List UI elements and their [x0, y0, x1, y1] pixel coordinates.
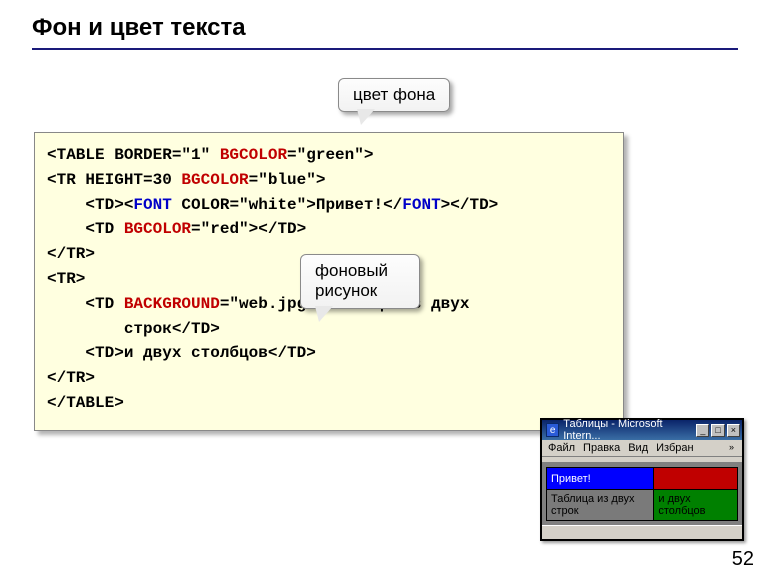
code-kw: FONT — [133, 196, 171, 214]
status-bar — [542, 525, 742, 539]
demo-table: Привет! Таблица из двух строк и двух сто… — [546, 467, 738, 521]
code: ="green"> — [287, 146, 373, 164]
table-row: Привет! — [547, 468, 738, 490]
code: COLOR="white">Привет!</ — [172, 196, 402, 214]
minimize-button[interactable]: _ — [696, 424, 709, 437]
menu-view[interactable]: Вид — [628, 442, 648, 454]
slide-title: Фон и цвет текста — [0, 0, 770, 48]
code: <TR> — [47, 270, 85, 288]
cell-bgimg: Таблица из двух строк — [547, 490, 654, 521]
callout-bgcolor-text: цвет фона — [353, 85, 435, 104]
code: ="red"></TD> — [191, 220, 306, 238]
cell-green: и двух столбцов — [654, 490, 738, 521]
cell-hi: Привет! — [547, 468, 654, 490]
code-kw: BGCOLOR — [220, 146, 287, 164]
code-kw: BGCOLOR — [181, 171, 248, 189]
callout-tail — [357, 109, 375, 125]
code: ></TD> — [441, 196, 499, 214]
code: строк</TD> — [47, 320, 220, 338]
code: </TABLE> — [47, 394, 124, 412]
table-row: Таблица из двух строк и двух столбцов — [547, 490, 738, 521]
page-number: 52 — [732, 548, 754, 571]
code: <TD — [47, 295, 124, 313]
callout-background-text: фоновый рисунок — [315, 261, 388, 300]
code: </TR> — [47, 245, 95, 263]
code: <TABLE BORDER="1" — [47, 146, 220, 164]
code: <TD>и двух столбцов</TD> — [47, 344, 316, 362]
menu-file[interactable]: Файл — [548, 442, 575, 454]
code-kw: BGCOLOR — [124, 220, 191, 238]
code: <TD>< — [47, 196, 133, 214]
code: ="blue"> — [249, 171, 326, 189]
maximize-button[interactable]: □ — [711, 424, 724, 437]
browser-window: e Таблицы - Microsoft Intern... _ □ × Фа… — [540, 418, 744, 541]
browser-body: Привет! Таблица из двух строк и двух сто… — [542, 463, 742, 525]
close-button[interactable]: × — [727, 424, 740, 437]
code-kw: FONT — [402, 196, 440, 214]
callout-tail — [315, 306, 333, 322]
code-kw: BACKGROUND — [124, 295, 220, 313]
menu-more-icon[interactable]: » — [727, 442, 736, 454]
callout-background: фоновый рисунок — [300, 254, 420, 309]
menu-bar: Файл Правка Вид Избран » — [542, 440, 742, 457]
menu-edit[interactable]: Правка — [583, 442, 620, 454]
window-title: Таблицы - Microsoft Intern... — [563, 418, 694, 442]
cell-red — [654, 468, 738, 490]
code: </TR> — [47, 369, 95, 387]
callout-bgcolor: цвет фона — [338, 78, 450, 112]
code: <TD — [47, 220, 124, 238]
code: <TR HEIGHT=30 — [47, 171, 181, 189]
title-rule — [32, 48, 738, 50]
ie-icon: e — [546, 423, 559, 437]
menu-fav[interactable]: Избран — [656, 442, 693, 454]
window-titlebar: e Таблицы - Microsoft Intern... _ □ × — [542, 420, 742, 440]
